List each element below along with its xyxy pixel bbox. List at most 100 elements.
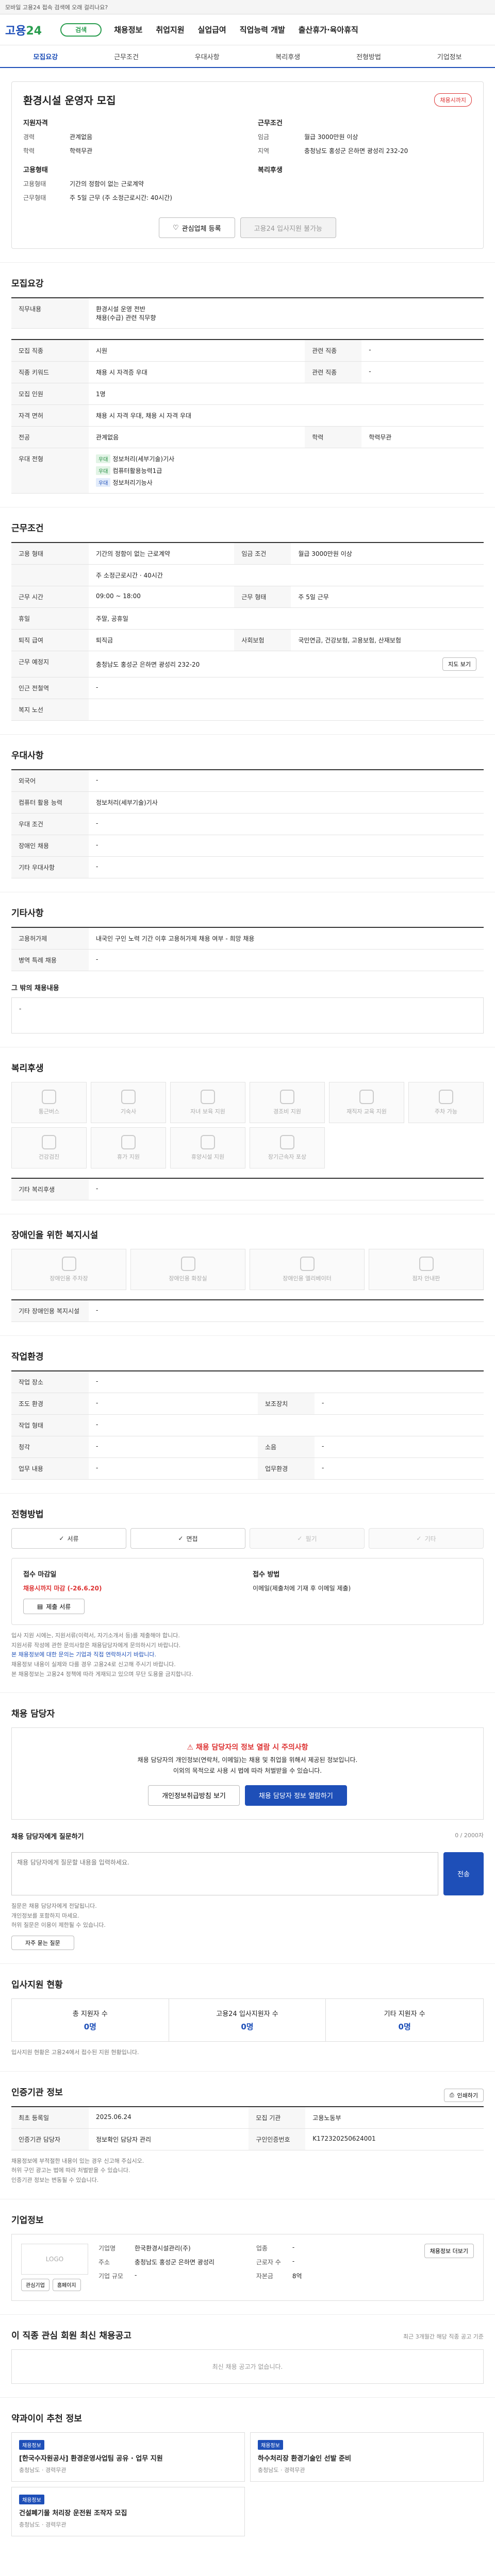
welfare-tile: 재직자 교육 지원	[329, 1082, 404, 1123]
faq-label: 자주 묻는 질문	[25, 1939, 60, 1946]
tile-label: 건강검진	[38, 1154, 60, 1160]
cell: 내국인 구인 노력 기간 이후 고용허가제 채용 여부 - 희망 채용	[89, 927, 484, 950]
health-icon	[42, 1135, 56, 1149]
restroom-icon	[180, 1257, 195, 1271]
welfare-tile: 기숙사	[91, 1082, 166, 1123]
apply-button[interactable]: 고용24 입사지원 불가능	[240, 217, 336, 238]
cell: 인증기관 담당자	[11, 2128, 89, 2150]
nav-item-training[interactable]: 직업능력 개발	[240, 24, 285, 35]
nav-item-unemployment[interactable]: 실업급여	[198, 24, 226, 35]
favorite-company-button[interactable]: 관심기업	[21, 2278, 50, 2291]
documents-label: 제출 서류	[46, 1603, 71, 1611]
cell: 업무환경	[258, 1458, 315, 1480]
job-title: 환경시설 운영자 모집	[23, 94, 116, 107]
additional-table: 고용허가제 내국인 구인 노력 기간 이후 고용허가제 채용 여부 - 희망 채용…	[11, 927, 484, 971]
tile-label: 기숙사	[120, 1108, 137, 1115]
global-header: 고용24 검색 채용정보 취업지원 실업급여 직업능력 개발 출산휴가·육아휴직	[0, 14, 495, 45]
disabled-title: 장애인을 위한 복지시설	[11, 1230, 98, 1241]
print-button[interactable]: ⎙ 인쇄하기	[443, 2089, 484, 2103]
work-section: 근무조건 고용 형태 기간의 정함이 없는 근로계약 임금 조건 월급 3000만원 …	[0, 507, 495, 735]
tab-company[interactable]: 기업정보	[409, 45, 490, 67]
recommend-card[interactable]: 채용정보 하수처리장 환경기술인 선발 준비 충청남도 · 경력무관	[250, 2432, 484, 2482]
tab-method[interactable]: 전형방법	[328, 45, 409, 67]
tab-prefer[interactable]: 우대사항	[167, 45, 248, 67]
cell: 인근 전철역	[11, 677, 89, 699]
additional-title: 기타사항	[11, 908, 44, 919]
tile-label: 장애인용 화장실	[169, 1275, 207, 1282]
documents-button[interactable]: ▤ 제출 서류	[23, 1599, 85, 1614]
label: 고용형태	[23, 180, 46, 188]
similar-section: 이 직종 관심 회원 최신 채용공고 최근 3개월간 해당 직종 공고 기준 최…	[0, 2315, 495, 2398]
view-contact-button[interactable]: 채용 담당자 정보 열람하기	[244, 1785, 347, 1806]
label: 학력	[23, 147, 35, 155]
recommend-card[interactable]: 채용정보 건설폐기물 처리장 운전원 조작자 모집 충청남도 · 경력무관	[11, 2486, 245, 2536]
qa-heading: 채용 담당자에게 질문하기	[11, 1833, 84, 1841]
apply-stats: 총 지원자 수 0명 고용24 입사지원자 수 0명 기타 지원자 수 0명	[11, 1998, 484, 2042]
homepage-label: 홈페이지	[57, 2283, 76, 2289]
qa-input[interactable]	[11, 1852, 439, 1895]
cell: 2025.06.24	[89, 2106, 249, 2129]
cell	[11, 564, 89, 586]
nav-item-jobs[interactable]: 채용정보	[114, 24, 142, 35]
nav-item-leave[interactable]: 출산휴가·육아휴직	[299, 24, 358, 35]
check-icon: ✓	[297, 1535, 303, 1542]
label: 근무형태	[23, 194, 46, 201]
note-item: 지원서류 작성에 관한 문의사항은 채용담당자에게 문의하시기 바랍니다.	[11, 1641, 181, 1649]
value: 관계없음	[70, 133, 93, 141]
cell: 작업 형태	[11, 1414, 89, 1436]
privacy-policy-button[interactable]: 개인정보취급방침 보기	[148, 1785, 240, 1806]
prefer-value: 정보처리기능사	[112, 479, 153, 486]
cell: -	[89, 813, 484, 835]
tab-welfare[interactable]: 복리후생	[248, 45, 328, 67]
cell: -	[361, 361, 484, 383]
card-title: 하수처리장 환경기술인 선발 준비	[258, 2454, 352, 2463]
recommend-card[interactable]: 채용정보 [한국수자원공사] 환경운영사업팀 공유 · 업무 지원 충청남도 · 경…	[11, 2432, 245, 2482]
more-jobs-button[interactable]: 채용정보 더보기	[424, 2243, 474, 2258]
value: 8억	[292, 2272, 302, 2280]
apply-status-title: 입사지원 현황	[11, 1979, 63, 1990]
method-label: 면접	[186, 1535, 198, 1543]
cell: 시원	[89, 340, 305, 362]
stat-value: 0명	[398, 2022, 411, 2031]
tile-label: 장애인용 주차장	[50, 1275, 88, 1282]
prefer-table: 외국어 - 컴퓨터 활용 능력 정보처리(세부기술)기사 우대 조건 - 장애인 채용…	[11, 769, 484, 878]
bookmark-button[interactable]: ♡ 관심업체 등록	[158, 217, 235, 238]
info-title: 인증기관 정보	[11, 2087, 63, 2098]
submission-card: 접수 마감일 채용시까지 마감 (-26.6.20) ▤ 제출 서류 접수 방법 …	[11, 1558, 484, 1625]
search-button[interactable]: 검색	[60, 23, 102, 37]
cell: -	[89, 1436, 258, 1458]
cell: 1명	[89, 383, 484, 405]
value: -	[292, 2243, 295, 2251]
welfare-tile: 장기근속자 포상	[250, 1127, 325, 1168]
label: 기업명	[98, 2244, 116, 2252]
alert-line: 채용 담당자의 개인정보(연락처, 이메일)는 채용 및 취업을 위해서 제공된…	[137, 1756, 358, 1764]
cell: -	[89, 1178, 484, 1200]
tab-recruit[interactable]: 모집요강	[5, 45, 86, 67]
site-logo[interactable]: 고용24	[5, 22, 42, 38]
note-item: 입사 지원 시에는, 지원서류(이력서, 자기소개서 등)를 제출해야 합니다.	[11, 1632, 180, 1639]
note-item: 허위 구인 광고는 법에 따라 처벌받을 수 있습니다.	[11, 2167, 130, 2174]
cell: 채용 시 자격 우대, 채용 시 자격 우대	[89, 404, 484, 427]
cell: 주 소정근로시간 · 40시간	[89, 564, 484, 586]
label: 기업 규모	[98, 2272, 123, 2280]
label: 경력	[23, 133, 35, 141]
map-button[interactable]: 지도 보기	[442, 657, 476, 671]
cell: 작업 장소	[11, 1371, 89, 1393]
cell: -	[89, 1414, 484, 1436]
recommend-list: 채용정보 [한국수자원공사] 환경운영사업팀 공유 · 업무 지원 충청남도 · 경…	[11, 2432, 484, 2536]
cell: 기타 장애인용 복지시설	[11, 1300, 89, 1322]
duty-label: 직무내용	[11, 298, 89, 329]
stat-label: 기타 지원자 수	[384, 2010, 425, 2018]
nav-item-support[interactable]: 취업지원	[156, 24, 184, 35]
card-meta: 충청남도 · 경력무관	[19, 2466, 67, 2473]
tab-work[interactable]: 근무조건	[86, 45, 167, 67]
top-notice-text[interactable]: 모바일 고용24 접속 검색에 오래 걸리나요?	[5, 3, 108, 11]
cell: 장애인 채용	[11, 835, 89, 857]
qa-submit-button[interactable]: 전송	[443, 1852, 484, 1895]
work-title: 근무조건	[11, 523, 44, 534]
map-label: 지도 보기	[448, 661, 471, 668]
tile-label: 장기근속자 포상	[268, 1154, 307, 1160]
faq-button[interactable]: 자주 묻는 질문	[11, 1935, 74, 1950]
homepage-button[interactable]: 홈페이지	[52, 2278, 81, 2291]
welfare-section: 복리후생 통근버스 기숙사 자녀 보육 지원 경조비 지원 재직자 교육 지원 …	[0, 1047, 495, 1214]
